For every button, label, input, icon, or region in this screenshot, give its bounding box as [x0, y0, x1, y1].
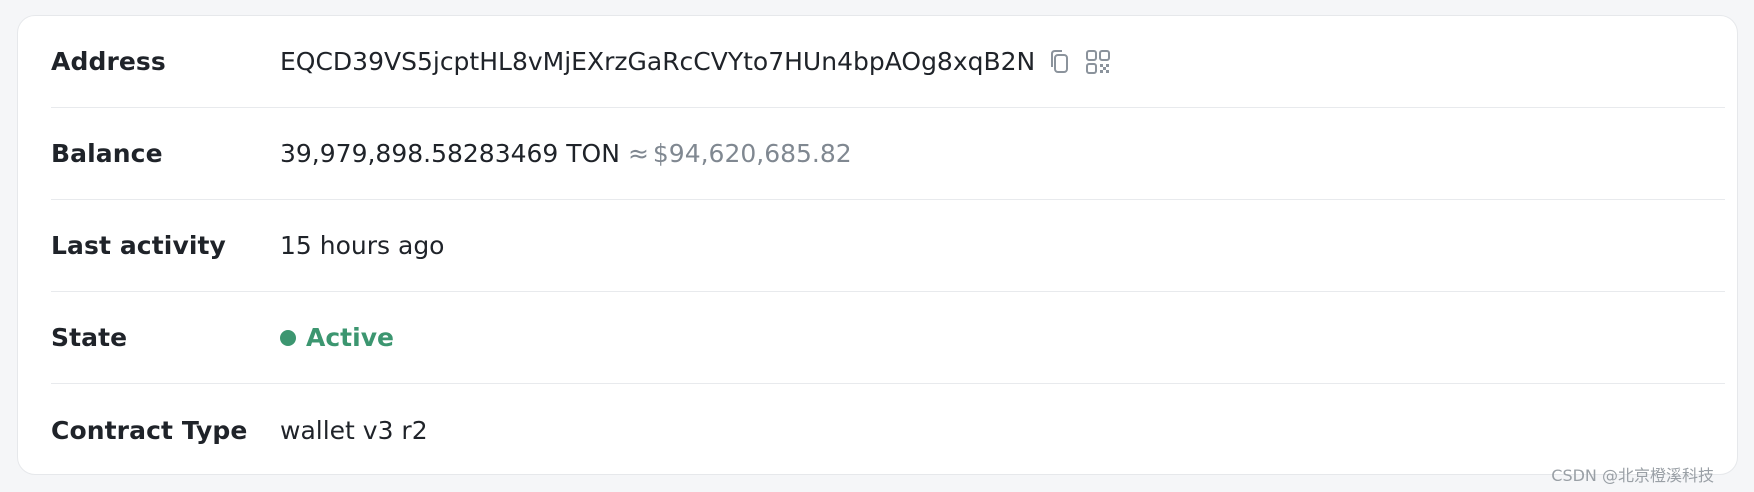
balance-label: Balance — [51, 139, 163, 168]
address-label: Address — [51, 47, 166, 76]
account-info-card: Address EQCD39VS5jcptHL8vMjEXrzGaRcCVYto… — [17, 15, 1738, 475]
qr-code-icon[interactable] — [1083, 47, 1113, 77]
status-dot-icon — [280, 329, 296, 346]
status-badge: Active — [280, 323, 394, 352]
contract-type-value: wallet v3 r2 — [280, 415, 428, 445]
contract-type-row: Contract Type wallet v3 r2 — [51, 384, 1725, 476]
balance-ton: 39,979,898.58283469 TON — [280, 139, 620, 168]
balance-row: Balance 39,979,898.58283469 TON ≈ $94,62… — [51, 108, 1725, 200]
last-activity-row: Last activity 15 hours ago — [51, 200, 1725, 292]
last-activity-value: 15 hours ago — [280, 231, 445, 260]
state-label: State — [51, 323, 128, 352]
contract-type-label: Contract Type — [51, 415, 248, 445]
status-text: Active — [306, 323, 394, 352]
balance-usd: $94,620,685.82 — [652, 139, 852, 168]
address-value[interactable]: EQCD39VS5jcptHL8vMjEXrzGaRcCVYto7HUn4bpA… — [280, 47, 1035, 76]
last-activity-label: Last activity — [51, 231, 226, 260]
address-row: Address EQCD39VS5jcptHL8vMjEXrzGaRcCVYto… — [51, 16, 1725, 108]
watermark: CSDN @北京橙溪科技 — [1551, 466, 1714, 485]
state-value-group: Active — [280, 323, 394, 352]
copy-icon[interactable] — [1044, 47, 1074, 77]
address-value-group: EQCD39VS5jcptHL8vMjEXrzGaRcCVYto7HUn4bpA… — [280, 47, 1113, 77]
approx-symbol: ≈ — [627, 139, 649, 168]
state-row: State Active — [51, 292, 1725, 384]
balance-value-group: 39,979,898.58283469 TON ≈ $94,620,685.82 — [280, 139, 852, 168]
